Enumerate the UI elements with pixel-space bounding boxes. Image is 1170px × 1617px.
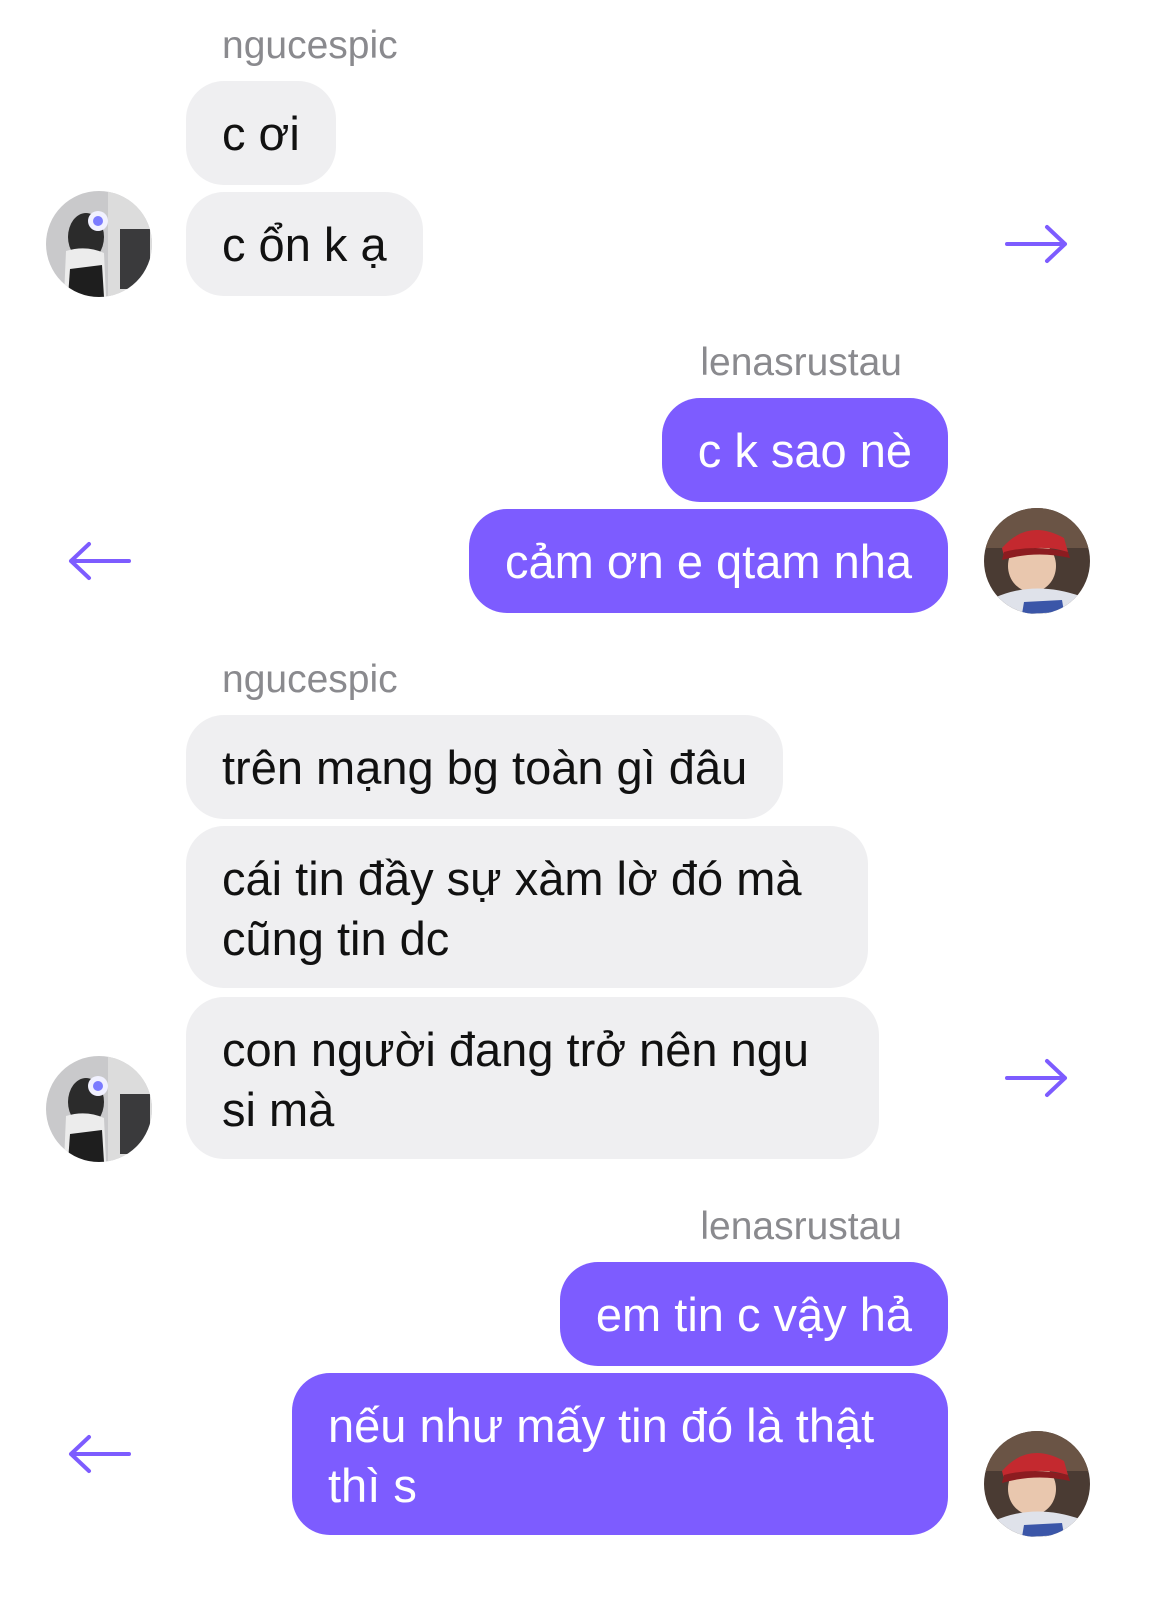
- sender-name: lenasrustau: [700, 341, 902, 384]
- forward-arrow[interactable]: [1005, 224, 1069, 264]
- message-bubble[interactable]: nếu như mấy tin đó là thật thì s: [292, 1373, 948, 1535]
- arrow-left-icon: [69, 542, 131, 580]
- avatar[interactable]: [984, 508, 1090, 614]
- arrow-right-icon: [1005, 1059, 1067, 1097]
- avatar[interactable]: [984, 1431, 1090, 1537]
- arrow-right-icon: [1005, 225, 1067, 263]
- avatar-girl-selfie-icon: [46, 191, 152, 297]
- avatar-red-cap-icon: [984, 1431, 1090, 1537]
- message-bubble[interactable]: c k sao nè: [661, 398, 948, 502]
- forward-arrow[interactable]: [67, 1434, 131, 1474]
- forward-arrow[interactable]: [1005, 1058, 1069, 1098]
- sender-name: lenasrustau: [700, 1205, 902, 1248]
- avatar[interactable]: [46, 191, 152, 297]
- message-bubble[interactable]: cảm ơn e qtam nha: [468, 509, 948, 613]
- avatar[interactable]: [46, 1056, 152, 1162]
- message-bubble[interactable]: em tin c vậy hả: [559, 1262, 948, 1366]
- forward-arrow[interactable]: [67, 541, 131, 581]
- sender-name: ngucespic: [222, 658, 398, 701]
- message-bubble[interactable]: c ơi: [186, 81, 336, 185]
- message-bubble[interactable]: con người đang trở nên ngu si mà: [186, 997, 879, 1159]
- avatar-girl-selfie-icon: [46, 1056, 152, 1162]
- arrow-left-icon: [69, 1435, 131, 1473]
- message-bubble[interactable]: c ổn k ạ: [186, 192, 423, 296]
- message-bubble[interactable]: cái tin đầy sự xàm lờ đó mà cũng tin dc: [186, 826, 868, 988]
- sender-name: ngucespic: [222, 24, 398, 67]
- message-bubble[interactable]: trên mạng bg toàn gì đâu: [186, 715, 784, 819]
- avatar-red-cap-icon: [984, 508, 1090, 614]
